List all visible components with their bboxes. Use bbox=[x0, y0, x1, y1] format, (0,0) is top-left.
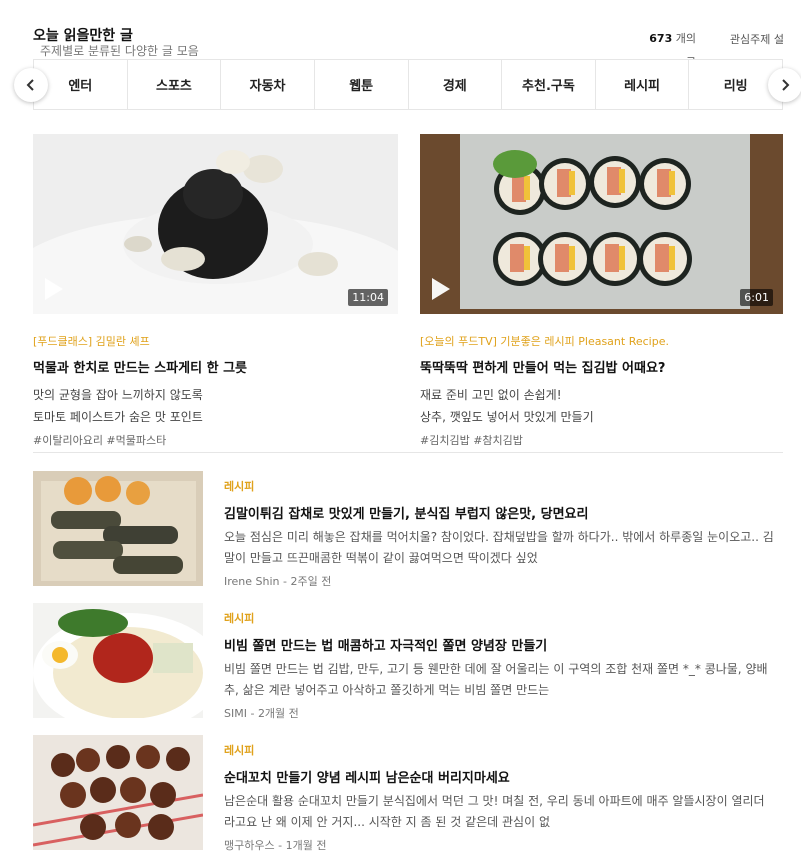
feature-card[interactable]: 6:01 [오늘의 푸드TV] 기분좋은 레시피 Pleasant Recipe… bbox=[420, 134, 783, 448]
tab-recommend[interactable]: 추천.구독 bbox=[502, 60, 596, 109]
chevron-right-icon bbox=[782, 79, 790, 91]
play-icon bbox=[432, 278, 450, 300]
meta-separator: - bbox=[246, 707, 258, 720]
article-thumbnail[interactable] bbox=[33, 735, 203, 850]
feature-desc-line: 토마토 페이스트가 숨은 맛 포인트 bbox=[33, 410, 203, 424]
article-category: 레시피 bbox=[224, 480, 255, 493]
sundae-skewer-image bbox=[33, 735, 203, 850]
chevron-left-icon bbox=[26, 79, 34, 91]
article-category: 레시피 bbox=[224, 612, 255, 625]
video-duration: 11:04 bbox=[348, 289, 388, 306]
feature-desc-line: 재료 준비 고민 없이 손쉽게! bbox=[420, 388, 562, 402]
tab-recipe[interactable]: 레시피 bbox=[596, 60, 690, 109]
feature-title[interactable]: 뚝딱뚝딱 편하게 만들어 먹는 집김밥 어때요? bbox=[420, 357, 783, 376]
tab-webtoon[interactable]: 웹툰 bbox=[315, 60, 409, 109]
feature-desc-line: 상추, 깻잎도 넣어서 맛있게 만들기 bbox=[420, 410, 594, 424]
feature-source[interactable]: [오늘의 푸드TV] 기분좋은 레시피 Pleasant Recipe. bbox=[420, 333, 783, 349]
article-author[interactable]: 맹구하우스 bbox=[224, 839, 275, 852]
tab-economy[interactable]: 경제 bbox=[409, 60, 503, 109]
video-thumbnail[interactable]: 11:04 bbox=[33, 134, 398, 314]
meta-separator: - bbox=[274, 839, 286, 852]
article-body: 레시피 순대꼬치 만들기 양념 레시피 남은순대 버리지마세요 남은순대 활용 … bbox=[224, 742, 774, 853]
article-meta: 맹구하우스 - 1개월 전 bbox=[224, 837, 774, 853]
squid-ink-pasta-image bbox=[33, 134, 398, 314]
feature-source[interactable]: [푸드클래스] 김밀란 셰프 bbox=[33, 333, 398, 349]
article-time: 1개월 전 bbox=[285, 839, 327, 852]
article-body: 레시피 비빔 쫄면 만드는 법 매콤하고 자극적인 쫄면 양념장 만들기 비빔 … bbox=[224, 610, 774, 721]
gimbap-image bbox=[420, 134, 783, 314]
article-thumbnail[interactable] bbox=[33, 603, 203, 718]
article-snippet: 오늘 점심은 미리 해놓은 잡채를 먹어치울? 참이었다. 잡채덮밥을 할까 하… bbox=[224, 530, 774, 565]
article-snippet: 비빔 쫄면 만드는 법 김밥, 만두, 고기 등 웬만한 데에 잘 어울리는 이… bbox=[224, 662, 768, 697]
article-meta: Irene Shin - 2주일 전 bbox=[224, 573, 774, 589]
article-time: 2주일 전 bbox=[290, 575, 332, 588]
spicy-noodle-image bbox=[33, 603, 203, 718]
article-author[interactable]: SIMI bbox=[224, 707, 247, 720]
video-duration: 6:01 bbox=[740, 289, 773, 306]
feature-tags[interactable]: #김치김밥 #참치김밥 bbox=[420, 432, 783, 448]
article-item[interactable]: 레시피 김말이튀김 잡채로 맛있게 만들기, 분식집 부럽지 않은맛, 당면요리… bbox=[33, 471, 783, 589]
article-snippet: 남은순대 활용 순대꼬치 만들기 분식집에서 먹던 그 맛! 며칠 전, 우리 … bbox=[224, 794, 765, 829]
category-tabs: 엔터 스포츠 자동차 웹툰 경제 추천.구독 레시피 리빙 bbox=[33, 59, 783, 110]
section-divider bbox=[33, 452, 783, 453]
article-title[interactable]: 비빔 쫄면 만드는 법 매콤하고 자극적인 쫄면 양념장 만들기 bbox=[224, 635, 774, 654]
fried-seaweed-roll-image bbox=[33, 471, 203, 586]
article-category: 레시피 bbox=[224, 744, 255, 757]
tab-sports[interactable]: 스포츠 bbox=[128, 60, 222, 109]
prev-arrow-button[interactable] bbox=[14, 68, 48, 102]
article-meta: SIMI - 2개월 전 bbox=[224, 705, 774, 721]
article-count-number: 673 bbox=[649, 32, 673, 45]
tab-enter[interactable]: 엔터 bbox=[34, 60, 128, 109]
feature-tags[interactable]: #이탈리아요리 #먹물파스타 bbox=[33, 432, 398, 448]
article-title[interactable]: 김말이튀김 잡채로 맛있게 만들기, 분식집 부럽지 않은맛, 당면요리 bbox=[224, 503, 774, 522]
article-author[interactable]: Irene Shin bbox=[224, 575, 280, 588]
article-thumbnail[interactable] bbox=[33, 471, 203, 586]
feature-description: 재료 준비 고민 없이 손쉽게! 상추, 깻잎도 넣어서 맛있게 만들기 bbox=[420, 384, 783, 428]
article-body: 레시피 김말이튀김 잡채로 맛있게 만들기, 분식집 부럽지 않은맛, 당면요리… bbox=[224, 478, 774, 589]
section-subtitle: 주제별로 분류된 다양한 글 모음 bbox=[40, 44, 199, 58]
feature-desc-line: 맛의 균형을 잡아 느끼하지 않도록 bbox=[33, 388, 203, 402]
play-icon bbox=[45, 278, 63, 300]
meta-separator: - bbox=[279, 575, 291, 588]
next-arrow-button[interactable] bbox=[768, 68, 801, 102]
section-title: 오늘 읽을만한 글 bbox=[33, 28, 133, 44]
article-item[interactable]: 레시피 비빔 쫄면 만드는 법 매콤하고 자극적인 쫄면 양념장 만들기 비빔 … bbox=[33, 603, 783, 721]
tab-car[interactable]: 자동차 bbox=[221, 60, 315, 109]
article-time: 2개월 전 bbox=[257, 707, 299, 720]
feature-title[interactable]: 먹물과 한치로 만드는 스파게티 한 그릇 bbox=[33, 357, 398, 376]
video-thumbnail[interactable]: 6:01 bbox=[420, 134, 783, 314]
article-title[interactable]: 순대꼬치 만들기 양념 레시피 남은순대 버리지마세요 bbox=[224, 767, 774, 786]
feature-description: 맛의 균형을 잡아 느끼하지 않도록 토마토 페이스트가 숨은 맛 포인트 bbox=[33, 384, 398, 428]
article-item[interactable]: 레시피 순대꼬치 만들기 양념 레시피 남은순대 버리지마세요 남은순대 활용 … bbox=[33, 735, 783, 853]
feature-card[interactable]: 11:04 [푸드클래스] 김밀란 셰프 먹물과 한치로 만드는 스파게티 한 … bbox=[33, 134, 398, 448]
